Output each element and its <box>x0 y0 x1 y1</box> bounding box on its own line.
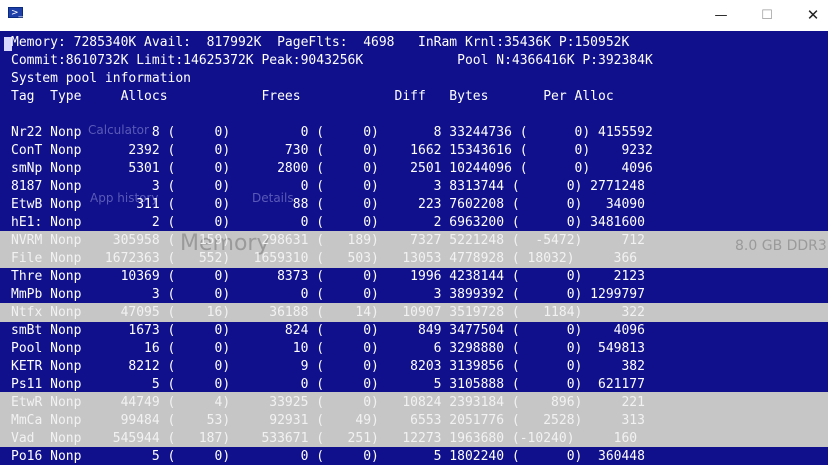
table-row: ConT Nonp 2392 ( 0) 730 ( 0) 1662 153436… <box>11 143 653 158</box>
table-row: Ps11 Nonp 5 ( 0) 0 ( 0) 5 3105888 ( 0) 6… <box>11 377 645 392</box>
table-row: Vad Nonp 545944 ( 187) 533671 ( 251) 122… <box>11 431 638 446</box>
table-row: EtwR Nonp 44749 ( 4) 33925 ( 0) 10824 23… <box>11 395 645 410</box>
memory-summary-line: Memory: 7285340K Avail: 817992K PageFlts… <box>11 35 630 50</box>
section-title: System pool information <box>11 71 192 86</box>
table-row: MmPb Nonp 3 ( 0) 0 ( 0) 3 3899392 ( 0) 1… <box>11 287 645 302</box>
title-bar[interactable]: >_ — ☐ ✕ <box>0 0 828 31</box>
table-row: smBt Nonp 1673 ( 0) 824 ( 0) 849 3477504… <box>11 323 645 338</box>
powershell-icon: >_ <box>8 7 23 18</box>
table-row: smNp Nonp 5301 ( 0) 2800 ( 0) 2501 10244… <box>11 161 653 176</box>
maximize-button[interactable]: ☐ <box>744 0 790 31</box>
table-row: Po16 Nonp 5 ( 0) 0 ( 0) 5 1802240 ( 0) 3… <box>11 449 645 464</box>
table-row: hE1: Nonp 2 ( 0) 0 ( 0) 2 6963200 ( 0) 3… <box>11 215 645 230</box>
background-window-memory-spec: 8.0 GB DDR3 <box>735 238 827 254</box>
table-row: 8187 Nonp 3 ( 0) 0 ( 0) 3 8313744 ( 0) 2… <box>11 179 645 194</box>
table-row: File Nonp 1672363 ( 552) 1659310 ( 503) … <box>11 251 638 266</box>
column-headers: Tag Type Allocs Frees Diff Bytes Per All… <box>11 89 614 104</box>
table-row: Ntfx Nonp 47095 ( 16) 36188 ( 14) 10907 … <box>11 305 645 320</box>
table-row: Thre Nonp 10369 ( 0) 8373 ( 0) 1996 4238… <box>11 269 645 284</box>
minimize-button[interactable]: — <box>698 0 744 31</box>
table-row: Nr22 Nonp 8 ( 0) 0 ( 0) 8 33244736 ( 0) … <box>11 125 653 140</box>
table-row: NVRM Nonp 305958 ( 159) 298631 ( 189) 73… <box>11 233 645 248</box>
commit-summary-line: Commit:8610732K Limit:14625372K Peak:904… <box>11 53 653 68</box>
table-row: Pool Nonp 16 ( 0) 10 ( 0) 6 3298880 ( 0)… <box>11 341 645 356</box>
console-output[interactable]: Calculator App history Details Memory 8.… <box>0 31 828 465</box>
table-row: MmCa Nonp 99484 ( 53) 92931 ( 49) 6553 2… <box>11 413 645 428</box>
table-row: KETR Nonp 8212 ( 0) 9 ( 0) 8203 3139856 … <box>11 359 645 374</box>
close-button[interactable]: ✕ <box>790 0 828 31</box>
table-row: EtwB Nonp 311 ( 0) 88 ( 0) 223 7602208 (… <box>11 197 645 212</box>
